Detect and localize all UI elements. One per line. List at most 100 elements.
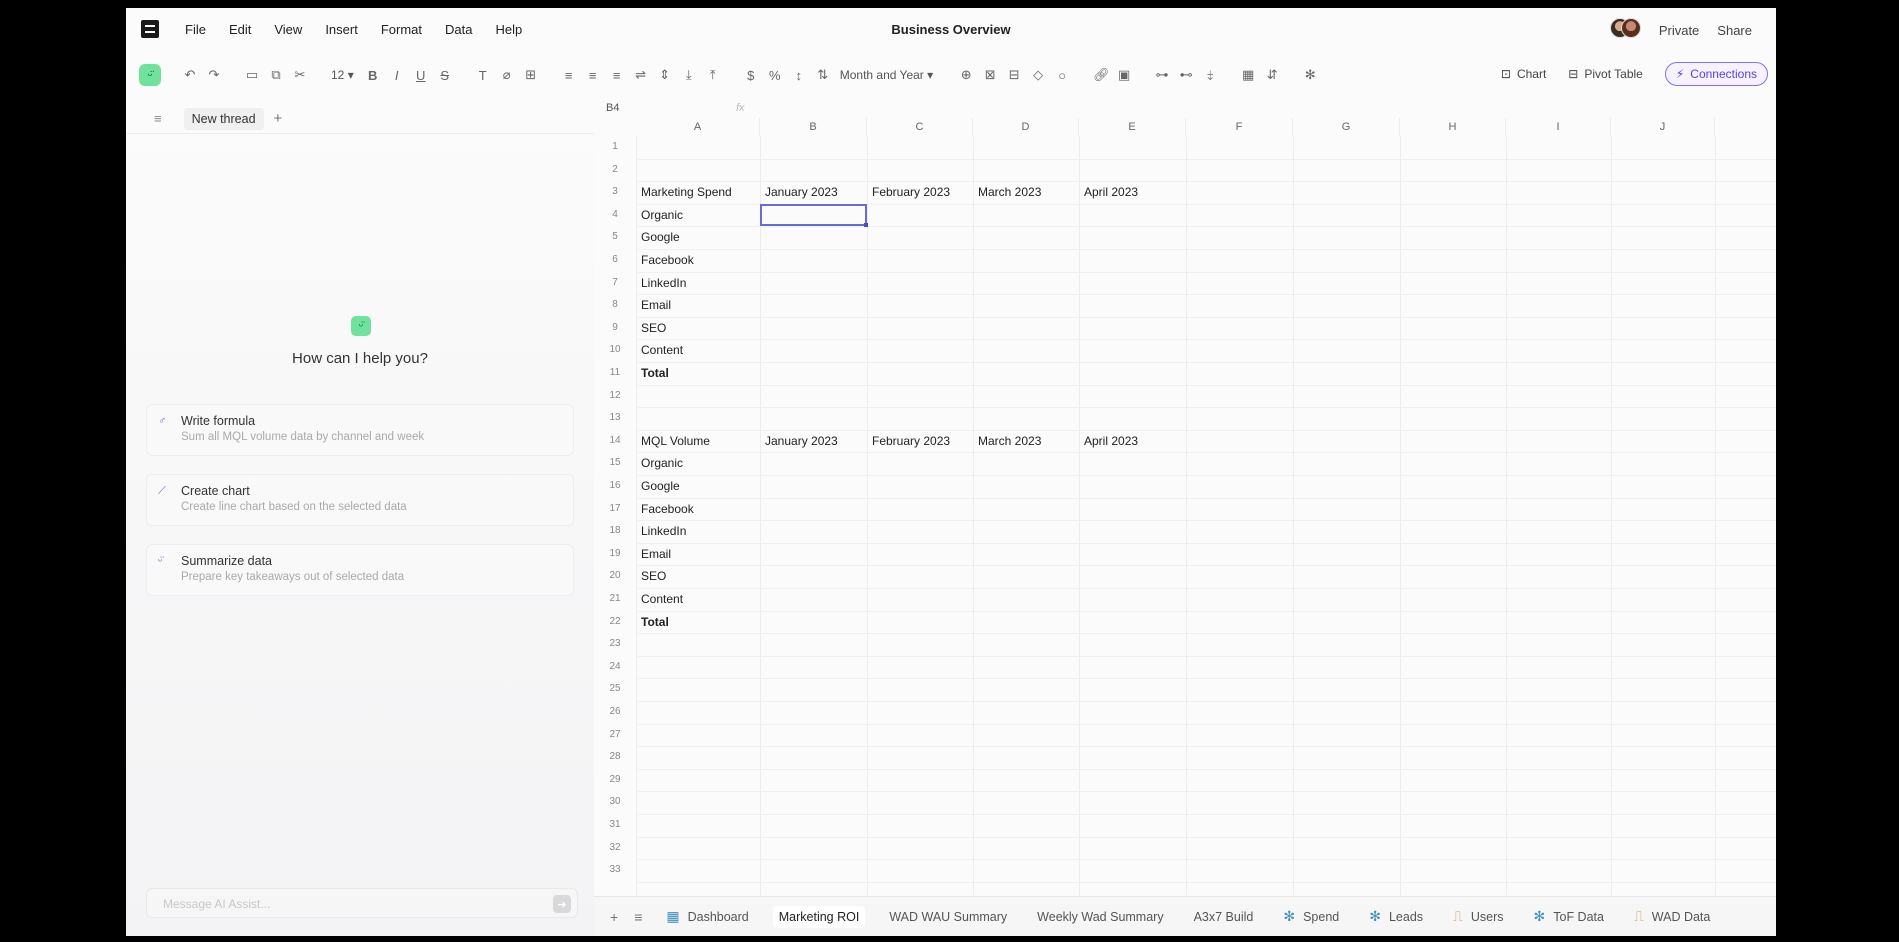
cell-e3[interactable]: April 2023: [1079, 181, 1186, 204]
sheet-tab[interactable]: ⎍ Users: [1447, 904, 1509, 929]
app-logo-icon[interactable]: [141, 20, 159, 38]
cell-a10[interactable]: Content: [636, 339, 760, 362]
suggestion-create-chart[interactable]: ⟋ Create chart Create line chart based o…: [146, 474, 574, 526]
send-icon[interactable]: ➔: [553, 895, 571, 913]
cell-b3[interactable]: January 2023: [760, 181, 867, 204]
freeze-icon[interactable]: ▦: [1241, 67, 1255, 83]
italic-icon[interactable]: I: [390, 68, 404, 83]
row-number[interactable]: 1: [594, 136, 636, 159]
row-number[interactable]: 26: [594, 701, 636, 724]
redo-icon[interactable]: ↷: [207, 67, 221, 83]
sheet-tab[interactable]: ▦ Dashboard: [660, 904, 754, 929]
cell-a14[interactable]: MQL Volume: [636, 430, 760, 453]
row-number[interactable]: 14: [594, 430, 636, 453]
align-center-icon[interactable]: ≡: [586, 68, 600, 83]
number-format-icon[interactable]: ⇅: [816, 67, 830, 83]
sheet-tab[interactable]: ⎍ WAD Data: [1628, 904, 1716, 929]
currency-icon[interactable]: $: [744, 68, 758, 83]
add-thread-icon[interactable]: +: [274, 110, 283, 127]
cell-a5[interactable]: Google: [636, 226, 760, 249]
row-number[interactable]: 12: [594, 385, 636, 408]
row-number[interactable]: 8: [594, 294, 636, 317]
menu-data[interactable]: Data: [445, 22, 472, 37]
row-number[interactable]: 28: [594, 746, 636, 769]
percent-icon[interactable]: %: [768, 68, 782, 83]
cell-a3[interactable]: Marketing Spend: [636, 181, 760, 204]
clear-format-icon[interactable]: ⌀: [500, 67, 514, 83]
wrap-icon[interactable]: ⇌: [634, 67, 648, 83]
ai-assistant-icon[interactable]: ᵕ̈: [139, 64, 161, 86]
sheet-tab[interactable]: WAD WAU Summary: [883, 906, 1013, 928]
row-number[interactable]: 2: [594, 159, 636, 182]
row-number[interactable]: 6: [594, 249, 636, 272]
decimal-icon[interactable]: ↕: [792, 68, 806, 83]
suggestion-write-formula[interactable]: ♂ Write formula Sum all MQL volume data …: [146, 404, 574, 456]
fill-icon[interactable]: ◇: [1031, 67, 1045, 83]
comment-icon[interactable]: ▣: [1117, 67, 1131, 83]
cell-a19[interactable]: Email: [636, 543, 760, 566]
sheet-tab[interactable]: Weekly Wad Summary: [1031, 906, 1169, 928]
column-header[interactable]: G: [1293, 118, 1400, 136]
menu-view[interactable]: View: [274, 22, 302, 37]
document-title[interactable]: Business Overview: [891, 22, 1010, 37]
date-format-select[interactable]: Month and Year ▾: [840, 68, 933, 82]
row-number[interactable]: 13: [594, 407, 636, 430]
paste-icon[interactable]: ▭: [245, 67, 259, 83]
insert-icon[interactable]: ⊕: [959, 67, 973, 83]
row-number[interactable]: 27: [594, 724, 636, 747]
borders-icon[interactable]: ⊞: [524, 67, 538, 83]
delete-icon[interactable]: ⊠: [983, 67, 997, 83]
underline-icon[interactable]: U: [414, 68, 428, 83]
strikethrough-icon[interactable]: S: [438, 68, 452, 83]
cell-a9[interactable]: SEO: [636, 317, 760, 340]
cell-e14[interactable]: April 2023: [1079, 430, 1186, 453]
column-header[interactable]: F: [1186, 118, 1293, 136]
menu-format[interactable]: Format: [381, 22, 422, 37]
row-number[interactable]: 7: [594, 272, 636, 295]
sheet-tab[interactable]: ✻ Spend: [1277, 904, 1345, 929]
thread-list-icon[interactable]: ≡: [154, 111, 162, 126]
undo-icon[interactable]: ↶: [183, 67, 197, 83]
connections-button[interactable]: ⚡︎ Connections: [1664, 62, 1768, 86]
asterisk-icon[interactable]: ✻: [1303, 67, 1317, 83]
cell-c14[interactable]: February 2023: [867, 430, 973, 453]
row-number[interactable]: 5: [594, 226, 636, 249]
column-header[interactable]: E: [1079, 118, 1186, 136]
row-number[interactable]: 18: [594, 520, 636, 543]
function-icon[interactable]: ⤈: [1203, 67, 1217, 83]
collaborator-avatars[interactable]: [1610, 18, 1641, 43]
row-number[interactable]: 4: [594, 204, 636, 227]
menu-help[interactable]: Help: [495, 22, 522, 37]
row-number[interactable]: 10: [594, 339, 636, 362]
filter-views-icon[interactable]: ⊷: [1179, 67, 1193, 83]
all-sheets-icon[interactable]: ≡: [634, 909, 642, 925]
cell-a16[interactable]: Google: [636, 475, 760, 498]
menu-insert[interactable]: Insert: [325, 22, 358, 37]
text-format-icon[interactable]: T: [476, 68, 490, 83]
column-header[interactable]: H: [1400, 118, 1506, 136]
cell-a20[interactable]: SEO: [636, 565, 760, 588]
filter-icon[interactable]: ⊶: [1155, 67, 1169, 83]
align-bottom-icon[interactable]: ⤓: [682, 67, 696, 83]
cell-d14[interactable]: March 2023: [973, 430, 1079, 453]
row-number[interactable]: 24: [594, 656, 636, 679]
menu-edit[interactable]: Edit: [229, 22, 251, 37]
copy-icon[interactable]: ⧉: [269, 67, 283, 83]
column-header[interactable]: I: [1506, 118, 1611, 136]
column-header[interactable]: C: [867, 118, 973, 136]
sheet-tab[interactable]: ✻ ToF Data: [1528, 904, 1610, 929]
cell-a22[interactable]: Total: [636, 611, 760, 634]
row-number[interactable]: 19: [594, 543, 636, 566]
cell-a11[interactable]: Total: [636, 362, 760, 385]
cell-a21[interactable]: Content: [636, 588, 760, 611]
private-button[interactable]: Private: [1659, 23, 1699, 38]
row-number[interactable]: 32: [594, 837, 636, 860]
cell-reference[interactable]: B4: [606, 102, 736, 114]
row-number[interactable]: 30: [594, 791, 636, 814]
cell-a4[interactable]: Organic: [636, 204, 760, 227]
spreadsheet-grid[interactable]: A B C D E F G H I J 1 2 3 4 5 6 7 8 9 10 11 12 13 14 15 16 17 18 19 2…: [594, 118, 1776, 896]
selected-cell-outline[interactable]: [760, 203, 867, 227]
row-number[interactable]: 9: [594, 317, 636, 340]
link-icon[interactable]: 🔗︎: [1093, 67, 1110, 83]
merge-icon[interactable]: ⊟: [1007, 67, 1021, 83]
